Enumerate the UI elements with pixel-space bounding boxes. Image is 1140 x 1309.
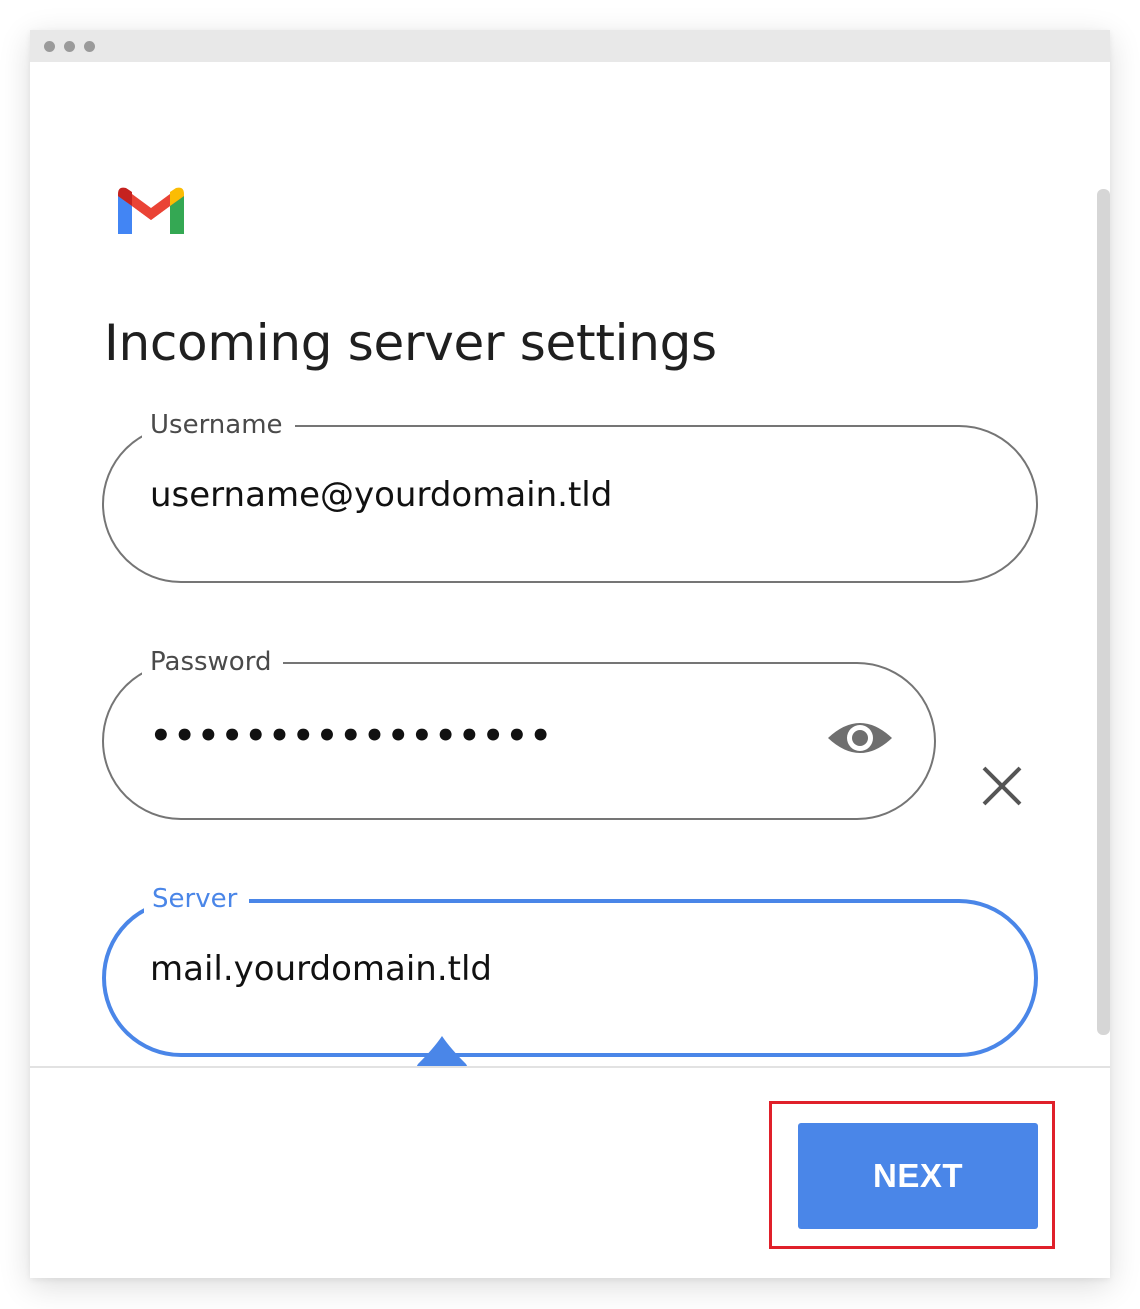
server-label: Server (144, 881, 250, 917)
setup-content: Incoming server settings Username userna… (30, 62, 1110, 1066)
server-input[interactable]: mail.yourdomain.tld (150, 949, 492, 989)
username-label: Username (142, 407, 295, 443)
text-cursor-handle-icon[interactable] (410, 1034, 474, 1066)
scrollbar[interactable] (1097, 189, 1110, 1035)
window-control-dot[interactable] (64, 41, 75, 52)
username-input[interactable]: username@yourdomain.tld (150, 475, 612, 515)
title-bar (30, 30, 1110, 62)
page-title: Incoming server settings (104, 314, 717, 372)
window-control-dot[interactable] (84, 41, 95, 52)
eye-icon[interactable] (826, 716, 894, 760)
password-input[interactable]: ••••••••••••••••• (150, 716, 553, 756)
window-control-dot[interactable] (44, 41, 55, 52)
next-button[interactable]: NEXT (798, 1123, 1038, 1229)
username-field[interactable]: Username username@yourdomain.tld (102, 407, 1038, 583)
gmail-logo-icon (118, 187, 184, 234)
app-window: Incoming server settings Username userna… (30, 30, 1110, 1278)
close-icon[interactable] (980, 764, 1024, 808)
server-field[interactable]: Server mail.yourdomain.tld (102, 881, 1038, 1057)
password-field[interactable]: Password ••••••••••••••••• (102, 644, 936, 820)
password-label: Password (142, 644, 284, 680)
